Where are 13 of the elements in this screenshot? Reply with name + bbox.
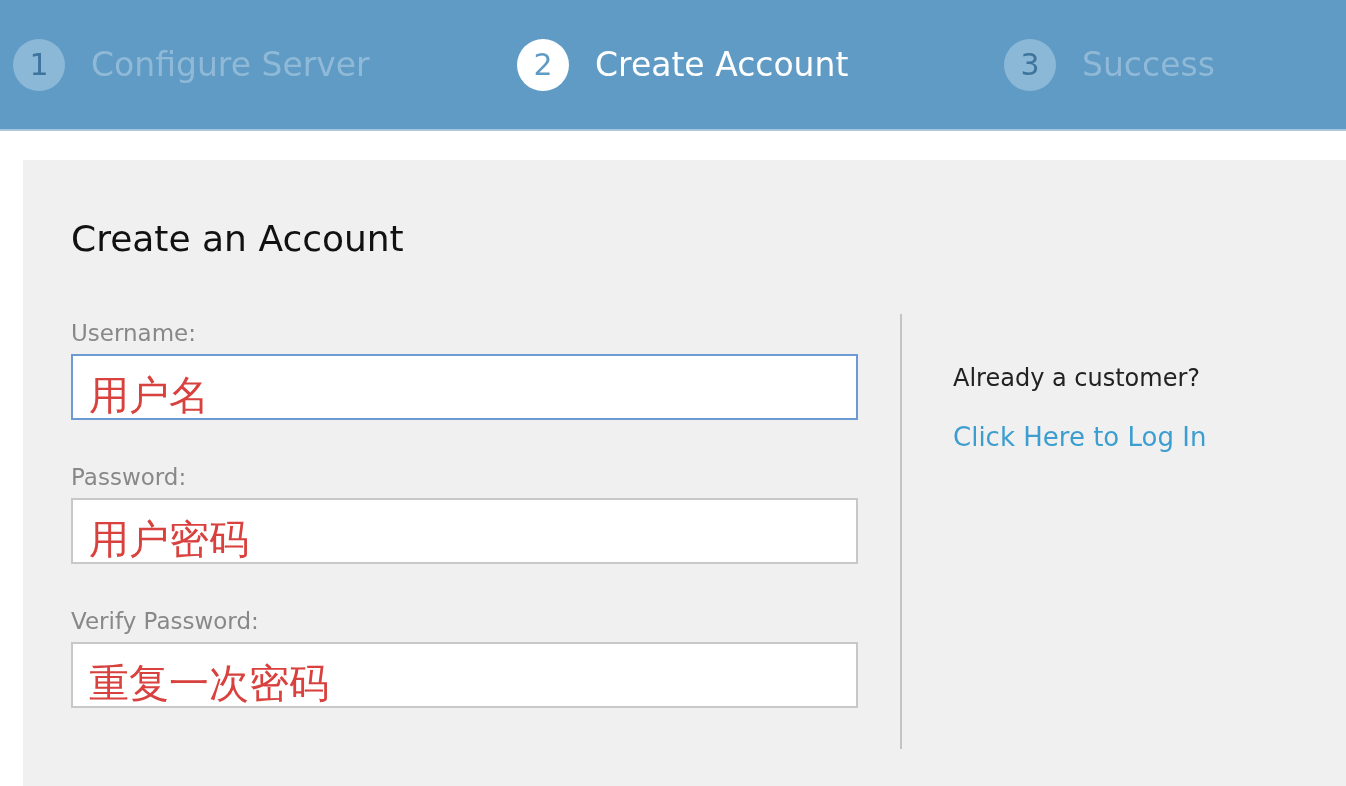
step-number: 2 [517, 38, 569, 91]
input-field[interactable]: 重复一次密码 [71, 642, 858, 708]
field-label: Username: [71, 320, 197, 346]
input-field[interactable]: 用户密码 [71, 498, 858, 564]
login-link[interactable]: Click Here to Log In [953, 422, 1207, 452]
step-number: 3 [1004, 38, 1056, 91]
step-number: 1 [13, 38, 65, 91]
customer-prompt: Already a customer? [953, 364, 1202, 392]
field-label: Password: [71, 464, 188, 490]
form-title: Create an Account [71, 217, 405, 261]
field-label: Verify Password: [71, 608, 260, 634]
input-field[interactable]: 用户名 [71, 354, 858, 420]
step-label: Create Account [595, 45, 849, 84]
